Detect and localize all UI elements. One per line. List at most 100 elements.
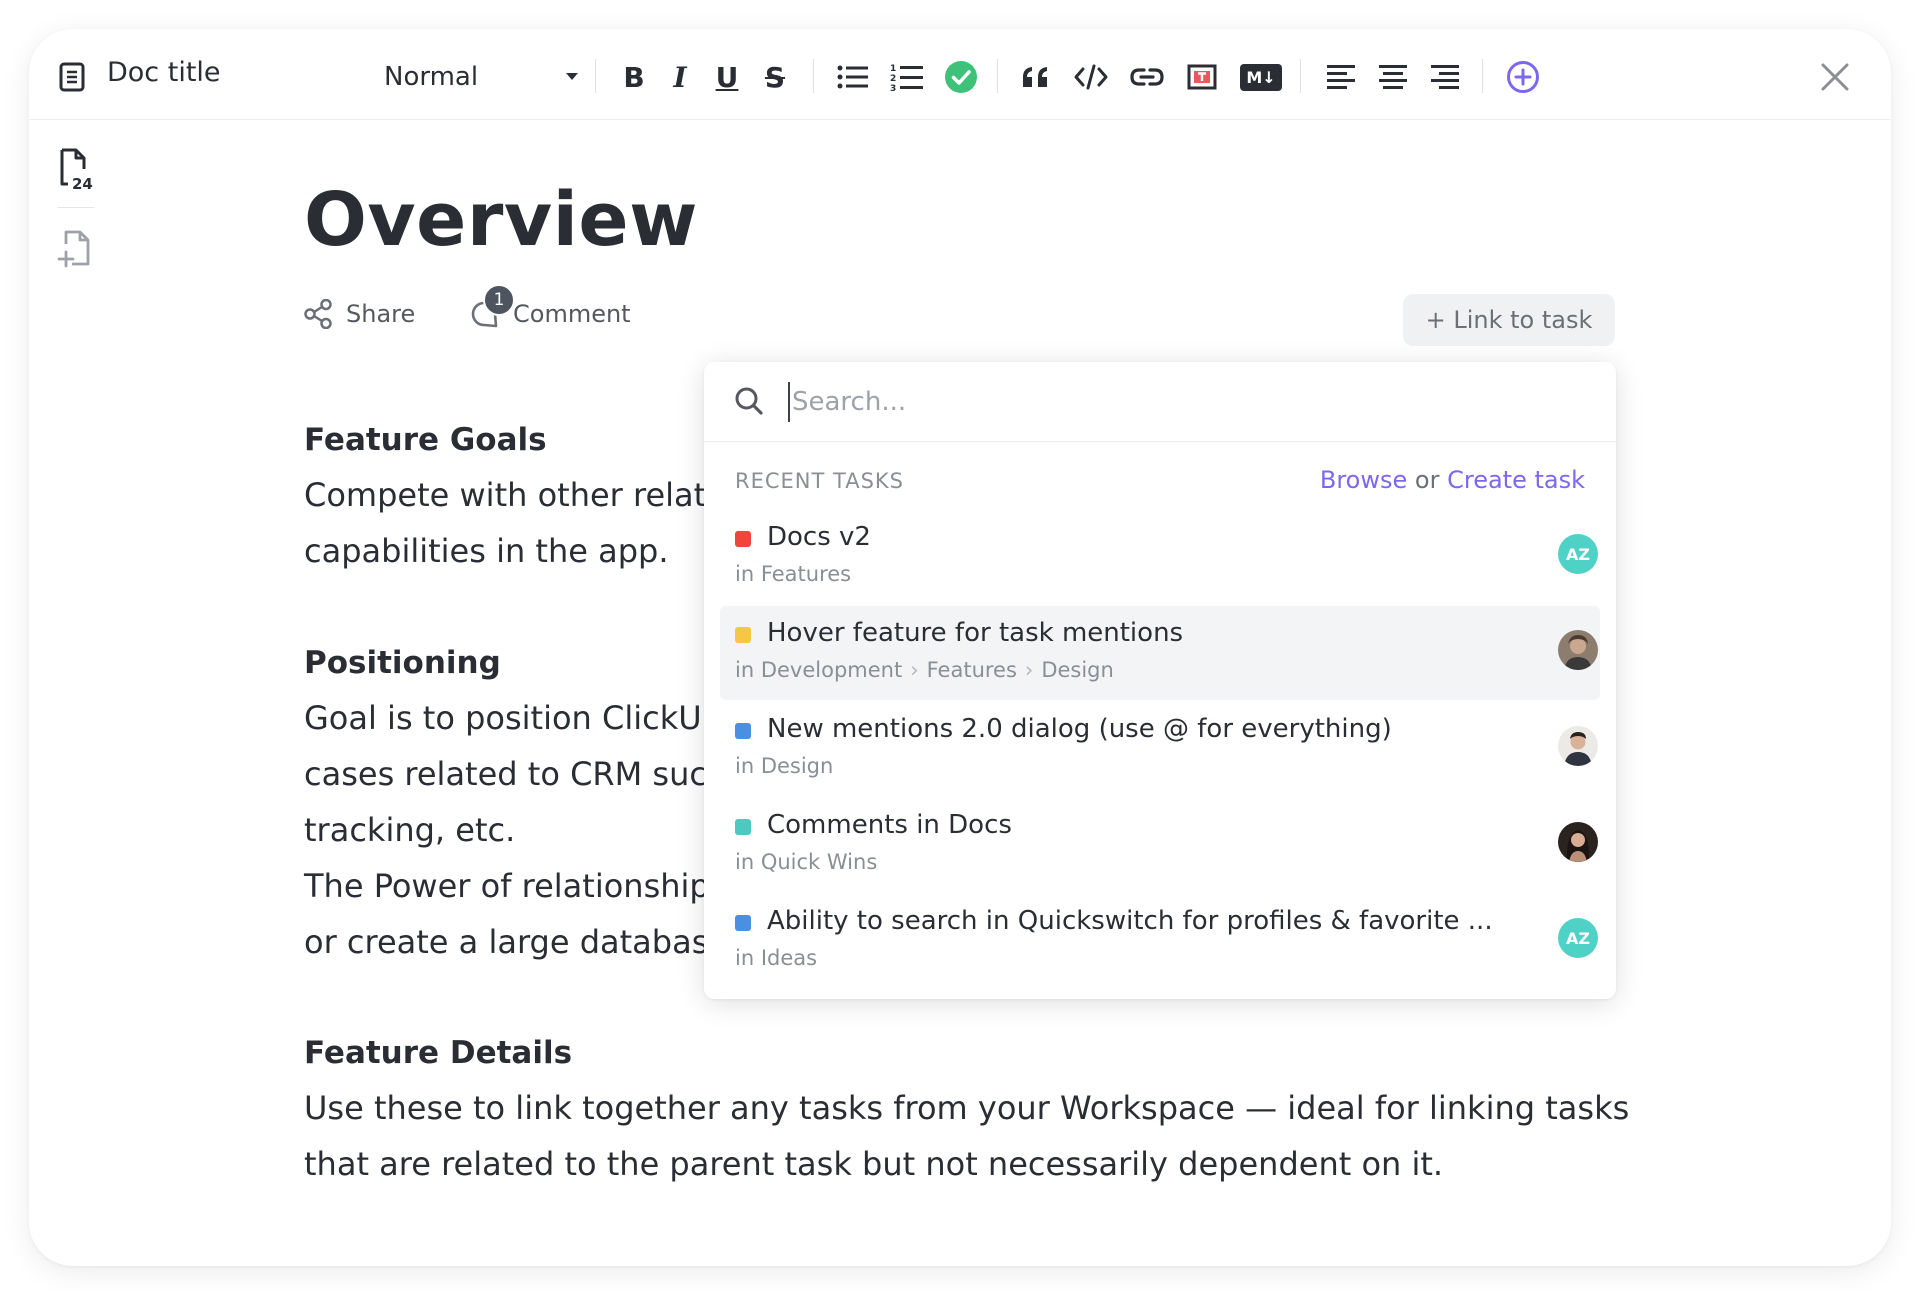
- create-task-link[interactable]: Create task: [1447, 466, 1585, 494]
- quote-button[interactable]: [1018, 57, 1054, 97]
- insert-button[interactable]: [1503, 57, 1543, 97]
- task-location-segment: in Design: [735, 754, 834, 778]
- task-location: in Development › Features › Design: [735, 658, 1114, 682]
- text-style-value: Normal: [384, 62, 479, 92]
- paragraph-line: Goal is to position ClickU: [304, 699, 702, 737]
- bullet-list-icon: [837, 65, 868, 89]
- italic-label: I: [673, 60, 687, 94]
- pages-icon: 24: [60, 148, 93, 193]
- underline-label: U: [715, 60, 739, 94]
- task-location: in Ideas: [735, 946, 817, 970]
- strikethrough-button[interactable]: S: [760, 57, 790, 97]
- link-button[interactable]: [1127, 57, 1167, 97]
- plus-circle-icon: [1507, 61, 1539, 93]
- bullet-list-button[interactable]: [835, 57, 871, 97]
- task-location-segment: Features: [926, 658, 1017, 682]
- text-style-select[interactable]: Normal: [384, 59, 579, 95]
- toolbar-divider: [997, 59, 998, 93]
- search-icon: [735, 387, 763, 415]
- align-center-icon: [1379, 65, 1407, 89]
- task-title: Docs v2: [767, 522, 871, 552]
- task-title: New mentions 2.0 dialog (use @ for every…: [767, 714, 1392, 744]
- task-location-segment: in Features: [735, 562, 852, 586]
- comment-count-badge: 1: [483, 284, 515, 316]
- avatar: [1558, 630, 1598, 670]
- toolbar-divider: [813, 59, 814, 93]
- user-photo-icon: [1558, 726, 1598, 766]
- align-right-icon: [1431, 65, 1459, 89]
- toolbar-divider: [1482, 59, 1483, 93]
- task-row[interactable]: Ability to search in Quickswitch for pro…: [720, 894, 1600, 988]
- task-location-segment: in Development: [735, 658, 903, 682]
- add-page-icon: [57, 230, 90, 268]
- page-title[interactable]: Overview: [304, 177, 698, 263]
- toolbar-divider: [1300, 59, 1301, 93]
- bold-button[interactable]: B: [619, 57, 649, 97]
- toolbar-divider: [595, 59, 596, 93]
- caret-down-icon: [566, 73, 578, 80]
- avatar: [1558, 822, 1598, 862]
- task-search-input[interactable]: [788, 382, 1568, 422]
- align-left-icon: [1327, 65, 1355, 89]
- search-row: [704, 362, 1616, 442]
- markdown-icon: M↓: [1240, 63, 1282, 91]
- markdown-button[interactable]: M↓: [1238, 57, 1284, 97]
- close-icon[interactable]: [1819, 61, 1851, 93]
- user-photo-icon: [1558, 630, 1598, 670]
- task-row[interactable]: New mentions 2.0 dialog (use @ for every…: [720, 702, 1600, 796]
- align-left-button[interactable]: [1323, 57, 1359, 97]
- task-location-segment: Design: [1041, 658, 1114, 682]
- rail-divider: [58, 207, 94, 208]
- page-count-button[interactable]: 24: [59, 147, 99, 195]
- doc-window: Doc title Normal B I U S 1 2 3 M↓ 24 Ove…: [29, 29, 1891, 1266]
- task-title: Comments in Docs: [767, 810, 1012, 840]
- bold-label: B: [623, 60, 645, 94]
- link-to-task-button[interactable]: + Link to task: [1403, 294, 1615, 346]
- code-icon: [1074, 64, 1108, 90]
- svg-text:3: 3: [890, 84, 896, 92]
- checklist-button[interactable]: [941, 57, 981, 97]
- paragraph-line: capabilities in the app.: [304, 532, 669, 570]
- numbered-list-button[interactable]: 1 2 3: [889, 57, 925, 97]
- status-dot: [735, 723, 751, 739]
- task-location-segment: in Ideas: [735, 946, 818, 970]
- paragraph-line: tracking, etc.: [304, 811, 516, 849]
- user-photo-icon: [1558, 822, 1598, 862]
- doc-title[interactable]: Doc title: [107, 57, 221, 88]
- text-box-button[interactable]: [1184, 57, 1220, 97]
- section-heading: Feature Goals: [304, 422, 547, 458]
- add-page-button[interactable]: [56, 228, 96, 274]
- check-circle-icon: [945, 61, 977, 93]
- share-button[interactable]: Share: [304, 299, 415, 329]
- paragraph-line: The Power of relationship: [304, 867, 710, 905]
- underline-button[interactable]: U: [712, 57, 742, 97]
- page-count: 24: [72, 175, 93, 191]
- status-dot: [735, 819, 751, 835]
- avatar: [1558, 726, 1598, 766]
- chevron-right-icon: ›: [910, 658, 919, 682]
- or-text: or: [1414, 466, 1440, 494]
- status-dot: [735, 627, 751, 643]
- align-center-button[interactable]: [1375, 57, 1411, 97]
- comment-label: Comment: [513, 300, 631, 328]
- link-icon: [1130, 68, 1164, 86]
- code-button[interactable]: [1071, 57, 1111, 97]
- browse-link[interactable]: Browse: [1320, 466, 1407, 494]
- paragraph-line: Compete with other relat: [304, 476, 707, 514]
- task-row[interactable]: Docs v2 in Features AZ: [720, 510, 1600, 604]
- markdown-label: M↓: [1246, 67, 1276, 87]
- task-row[interactable]: Comments in Docs in Quick Wins: [720, 798, 1600, 892]
- align-right-button[interactable]: [1427, 57, 1463, 97]
- section-heading: Feature Details: [304, 1035, 573, 1071]
- quote-icon: [1023, 67, 1047, 87]
- italic-button[interactable]: I: [665, 57, 695, 97]
- strikethrough-label: S: [764, 60, 786, 94]
- text-box-icon: [1187, 64, 1217, 90]
- browse-create-links: Browse or Create task: [1320, 466, 1585, 494]
- share-icon: [304, 299, 332, 329]
- chevron-right-icon: ›: [1024, 658, 1034, 682]
- task-location-segment: in Quick Wins: [735, 850, 878, 874]
- link-task-dropdown: RECENT TASKS Browse or Create task Docs …: [704, 362, 1616, 999]
- editor-toolbar: Doc title Normal B I U S 1 2 3 M↓: [29, 29, 1891, 120]
- task-row[interactable]: Hover feature for task mentions in Devel…: [720, 606, 1600, 700]
